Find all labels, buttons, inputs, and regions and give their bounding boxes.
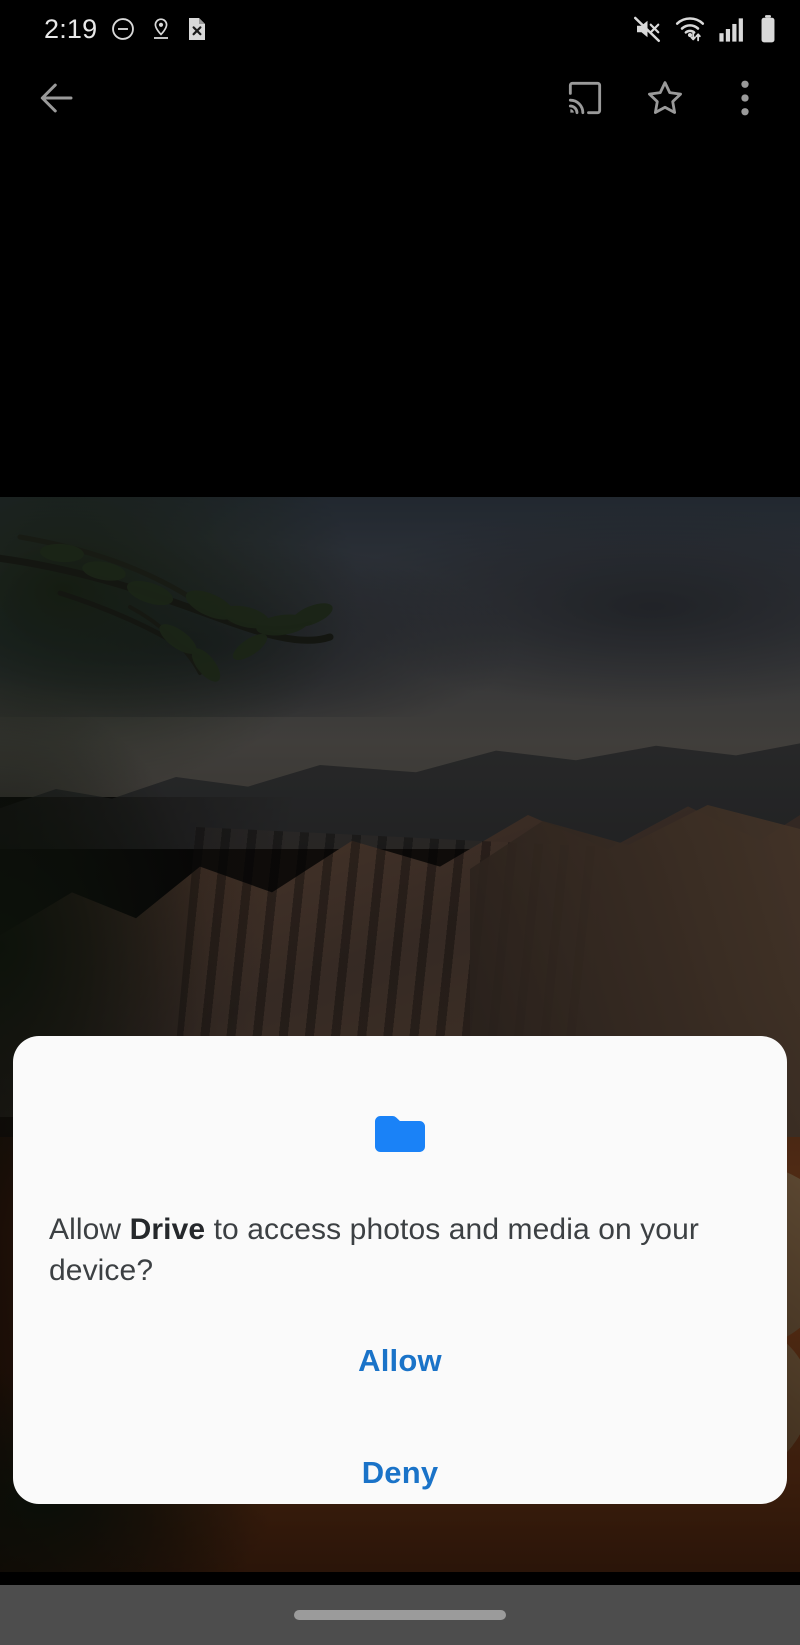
phone-screen: 2:19 Allow Drive to access photos and me… bbox=[0, 0, 800, 1645]
cast-button[interactable] bbox=[562, 75, 608, 121]
overflow-menu-button[interactable] bbox=[722, 75, 768, 121]
app-bar-left bbox=[0, 75, 80, 121]
status-bar: 2:19 bbox=[0, 0, 800, 58]
dialog-app-name: Drive bbox=[129, 1213, 206, 1246]
cellular-signal-icon bbox=[718, 15, 746, 43]
volume-muted-icon bbox=[632, 14, 662, 44]
status-bar-clock: 2:19 bbox=[44, 13, 98, 44]
battery-icon bbox=[758, 14, 778, 44]
back-button[interactable] bbox=[34, 75, 80, 121]
do-not-disturb-icon bbox=[110, 16, 136, 42]
status-bar-left: 2:19 bbox=[44, 14, 208, 45]
status-bar-right bbox=[632, 14, 778, 44]
allow-button[interactable]: Allow bbox=[13, 1323, 787, 1399]
folder-icon bbox=[371, 1110, 429, 1165]
dialog-message-prefix: Allow bbox=[49, 1213, 130, 1246]
dialog-message: Allow Drive to access photos and media o… bbox=[13, 1209, 787, 1291]
permission-dialog: Allow Drive to access photos and media o… bbox=[13, 1036, 787, 1504]
home-indicator[interactable] bbox=[294, 1610, 506, 1620]
wifi-icon bbox=[674, 14, 706, 44]
navigation-bar bbox=[0, 1585, 800, 1645]
star-button[interactable] bbox=[642, 75, 688, 121]
dialog-actions: Allow Deny bbox=[13, 1323, 787, 1511]
deny-button[interactable]: Deny bbox=[13, 1435, 787, 1511]
file-error-icon bbox=[186, 16, 208, 42]
app-bar-actions bbox=[562, 75, 800, 121]
app-bar bbox=[0, 58, 800, 138]
location-pin-icon bbox=[149, 16, 173, 42]
